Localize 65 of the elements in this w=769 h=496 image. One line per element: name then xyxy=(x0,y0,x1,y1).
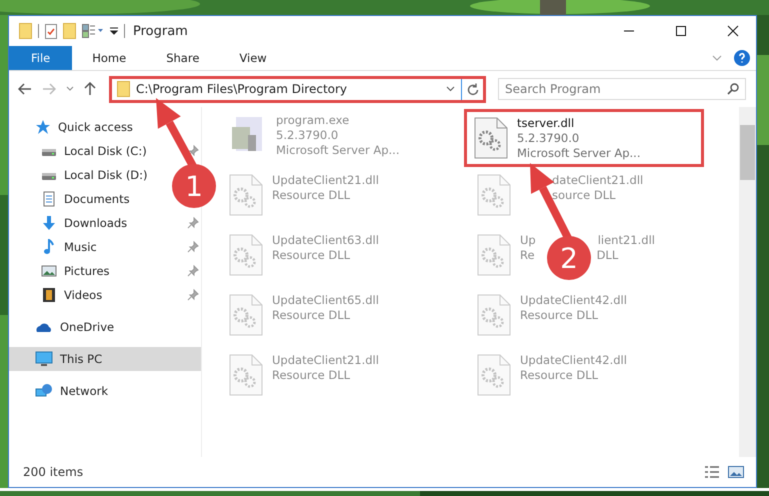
music-note-icon xyxy=(41,239,57,255)
window-title: Program xyxy=(133,24,189,38)
ribbon-tab[interactable]: View xyxy=(219,46,287,70)
file-name: tserver.dll xyxy=(517,116,574,130)
file-detail: DLL xyxy=(596,248,618,262)
address-bar[interactable]: C:\Program Files\Program Directory xyxy=(109,76,486,102)
nav-item[interactable]: Network xyxy=(9,379,110,403)
pin-icon[interactable] xyxy=(187,265,199,277)
nav-item[interactable]: OneDrive xyxy=(9,315,116,339)
star-icon xyxy=(35,119,51,135)
monitor-icon xyxy=(35,351,53,367)
details-view-icon[interactable] xyxy=(704,465,720,479)
pin-icon[interactable] xyxy=(187,145,199,157)
nav-item[interactable]: Local Disk (D:) xyxy=(9,163,150,187)
film-icon xyxy=(41,287,57,303)
pin-icon[interactable] xyxy=(187,289,199,301)
file-detail: Resource DLL xyxy=(272,248,350,262)
ribbon-tab[interactable]: Share xyxy=(146,46,220,70)
file-detail: 5.2.3790.0 xyxy=(276,128,338,142)
pictures-icon xyxy=(41,263,57,279)
caret-icon[interactable] xyxy=(446,86,455,92)
nav-item[interactable]: Local Disk (C:) xyxy=(9,139,201,163)
caret-icon[interactable] xyxy=(66,86,74,92)
folder-icon xyxy=(117,81,130,97)
file-detail: 5.2.3790.0 xyxy=(517,131,580,145)
item-count: 200 items xyxy=(23,465,84,479)
nav-item[interactable]: This PC xyxy=(9,347,201,371)
network-icon xyxy=(35,383,53,399)
help-button[interactable] xyxy=(734,50,750,66)
refresh-icon[interactable] xyxy=(466,82,478,96)
file-detail: Resource DLL xyxy=(520,308,598,322)
file-detail: Resource DLL xyxy=(272,188,350,202)
nav-item[interactable]: Quick access xyxy=(9,115,135,139)
nav-item[interactable]: Downloads xyxy=(9,211,201,235)
view-options-icon[interactable] xyxy=(82,24,104,38)
file-detail: Re xyxy=(520,248,535,262)
file-detail: source DLL xyxy=(552,188,616,202)
document-icon xyxy=(41,191,57,207)
large-icons-view-icon[interactable] xyxy=(728,465,744,479)
file-detail: Microsoft Server Ap... xyxy=(517,146,640,160)
nav-item[interactable]: Music xyxy=(9,235,201,259)
customize-toolbar-icon[interactable] xyxy=(110,27,118,35)
nav-item[interactable]: Videos xyxy=(9,283,201,307)
file-detail: Resource DLL xyxy=(272,308,350,322)
pin-icon[interactable] xyxy=(187,241,199,253)
nav-item[interactable]: Documents xyxy=(9,187,132,211)
file-detail: Resource DLL xyxy=(272,368,350,382)
pin-icon[interactable] xyxy=(187,217,199,229)
close-icon[interactable] xyxy=(727,25,739,37)
minimize-icon[interactable] xyxy=(623,30,635,32)
expand-ribbon-icon[interactable] xyxy=(712,55,722,61)
up-arrow-icon[interactable] xyxy=(84,82,96,96)
file-item[interactable]: tserver.dll 5.2.3790.0 Microsoft Server Ap... xyxy=(464,109,704,167)
ribbon-tab[interactable]: Home xyxy=(72,46,146,70)
search-icon xyxy=(727,83,739,95)
file-detail: Resource DLL xyxy=(520,368,598,382)
file-detail: Microsoft Server Ap... xyxy=(276,143,400,157)
back-arrow-icon[interactable] xyxy=(18,83,32,95)
download-icon xyxy=(41,215,57,231)
nav-item[interactable]: Pictures xyxy=(9,259,201,283)
scrollbar[interactable] xyxy=(739,107,756,457)
ribbon-tab[interactable]: File xyxy=(9,46,72,70)
maximize-icon[interactable] xyxy=(675,25,687,37)
search-field[interactable]: Search Program xyxy=(498,78,746,100)
properties-icon[interactable] xyxy=(45,24,57,38)
